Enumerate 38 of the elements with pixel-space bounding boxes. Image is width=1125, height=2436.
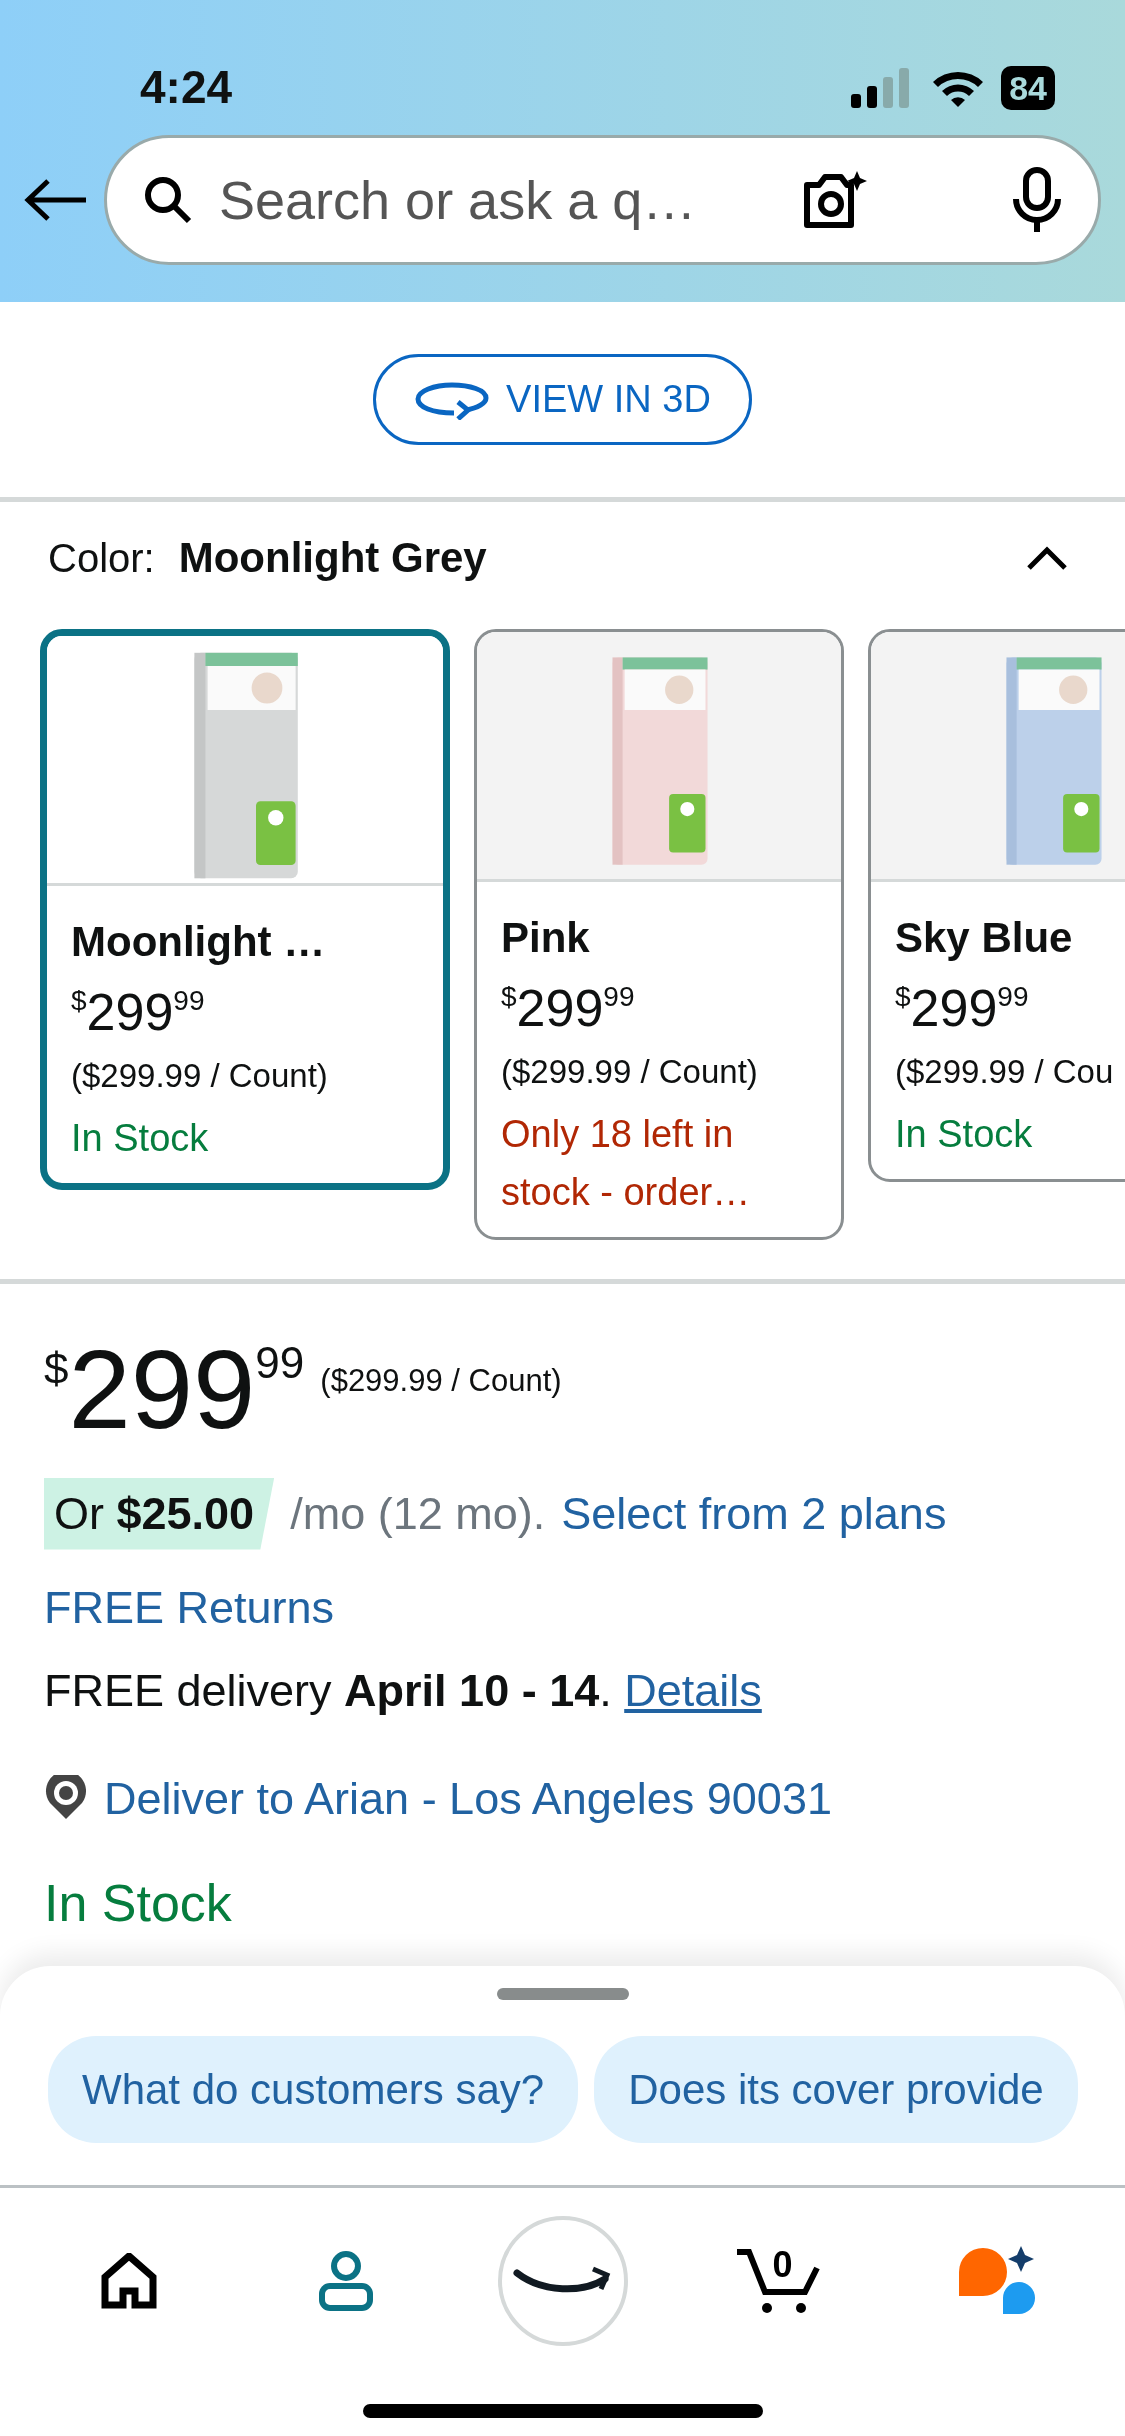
- chat-bubbles-icon: [956, 2246, 1037, 2316]
- option-name: Moonlight …: [71, 917, 327, 967]
- color-label: Color:: [48, 534, 155, 582]
- search-icon: [143, 175, 193, 225]
- home-icon: [100, 2253, 157, 2309]
- battery-level: 84: [1001, 65, 1055, 110]
- deliver-to-link[interactable]: Deliver to Arian - Los Angeles 90031: [104, 1764, 832, 1832]
- microphone-icon[interactable]: [1012, 167, 1062, 233]
- status-time: 4:24: [140, 60, 233, 115]
- location-pin-icon: [44, 1775, 88, 1822]
- unit-price: ($299.99 / Cou: [895, 1052, 1115, 1092]
- select-plans-link[interactable]: Select from 2 plans: [561, 1480, 947, 1548]
- sheet-handle[interactable]: [496, 1988, 629, 2000]
- back-button[interactable]: [24, 178, 88, 222]
- option-name: Pink: [501, 913, 591, 963]
- unit-price: ($299.99 / Count): [501, 1052, 759, 1092]
- search-field[interactable]: Search or ask a q…: [104, 135, 1101, 265]
- stock-status: In Stock: [71, 1115, 210, 1161]
- availability: In Stock: [44, 1873, 233, 1934]
- installment-offer: Or $25.00: [44, 1478, 275, 1550]
- camera-icon[interactable]: [801, 171, 867, 229]
- suggestion-chip[interactable]: Does its cover provide: [594, 2036, 1078, 2143]
- view-in-3d-button[interactable]: VIEW IN 3D: [373, 354, 752, 445]
- details-link[interactable]: Details: [624, 1665, 762, 1716]
- free-returns-link[interactable]: FREE Returns: [44, 1573, 1081, 1641]
- delivery-info: FREE delivery April 10 - 14. Details: [44, 1664, 763, 1718]
- stock-status: Only 18 left in stock - order…: [501, 1111, 752, 1215]
- search-input[interactable]: Search or ask a q…: [217, 158, 777, 242]
- installment-terms: /mo (12 mo).: [290, 1487, 546, 1541]
- suggestion-chip[interactable]: What do customers say?: [48, 2036, 579, 2143]
- person-icon: [317, 2250, 374, 2312]
- unit-price: ($299.99 / Count): [71, 1056, 329, 1096]
- cart-tab[interactable]: 0: [714, 2216, 845, 2346]
- stock-status: In Stock: [895, 1111, 1034, 1157]
- cart-count: 0: [772, 2243, 793, 2287]
- option-name: Sky Blue: [895, 913, 1074, 963]
- selected-color: Moonlight Grey: [178, 533, 487, 583]
- unit-price: ($299.99 / Count): [320, 1362, 562, 1400]
